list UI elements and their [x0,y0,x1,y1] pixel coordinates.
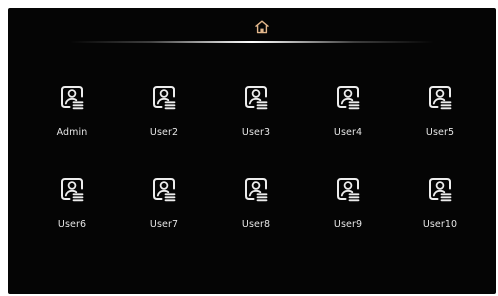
user-grid: Admin User2 User3 User4 User5 User6 User7 User8… [26,80,486,264]
user-tile[interactable]: User5 [394,80,486,172]
user-label: User4 [333,127,363,138]
home-icon [255,20,269,34]
user-label: User5 [425,127,455,138]
user-label: User7 [149,219,179,230]
user-tile[interactable]: Admin [26,80,118,172]
user-tile[interactable]: User7 [118,172,210,264]
user-tile[interactable]: User2 [118,80,210,172]
user-card-icon [337,178,360,202]
user-label: User6 [57,219,87,230]
screen: Admin User2 User3 User4 User5 User6 User7 User8… [8,8,496,294]
user-label: User3 [241,127,271,138]
user-label: User10 [422,219,458,230]
user-label: User9 [333,219,363,230]
user-tile[interactable]: User4 [302,80,394,172]
user-card-icon [61,86,84,110]
home-button[interactable] [251,16,273,38]
user-label: User8 [241,219,271,230]
user-tile[interactable]: User3 [210,80,302,172]
user-tile[interactable]: User10 [394,172,486,264]
user-card-icon [245,86,268,110]
user-tile[interactable]: User8 [210,172,302,264]
user-card-icon [429,86,452,110]
user-tile[interactable]: User9 [302,172,394,264]
user-card-icon [337,86,360,110]
user-card-icon [61,178,84,202]
user-tile[interactable]: User6 [26,172,118,264]
user-card-icon [245,178,268,202]
user-card-icon [153,86,176,110]
top-bar [8,8,496,52]
user-label: Admin [56,127,88,138]
header-divider [70,41,434,43]
user-card-icon [429,178,452,202]
user-card-icon [153,178,176,202]
user-label: User2 [149,127,179,138]
